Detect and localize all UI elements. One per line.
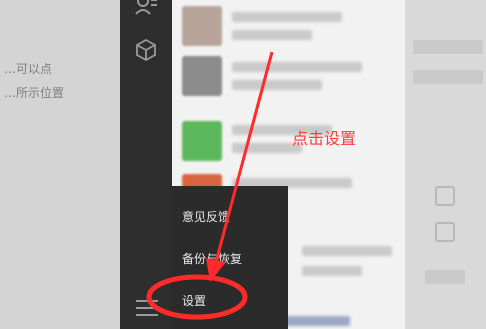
highlight-circle (146, 274, 248, 320)
arrow-line (214, 51, 274, 263)
annotation-overlay (146, 51, 274, 320)
annotation-label: 点击设置 (292, 129, 357, 148)
